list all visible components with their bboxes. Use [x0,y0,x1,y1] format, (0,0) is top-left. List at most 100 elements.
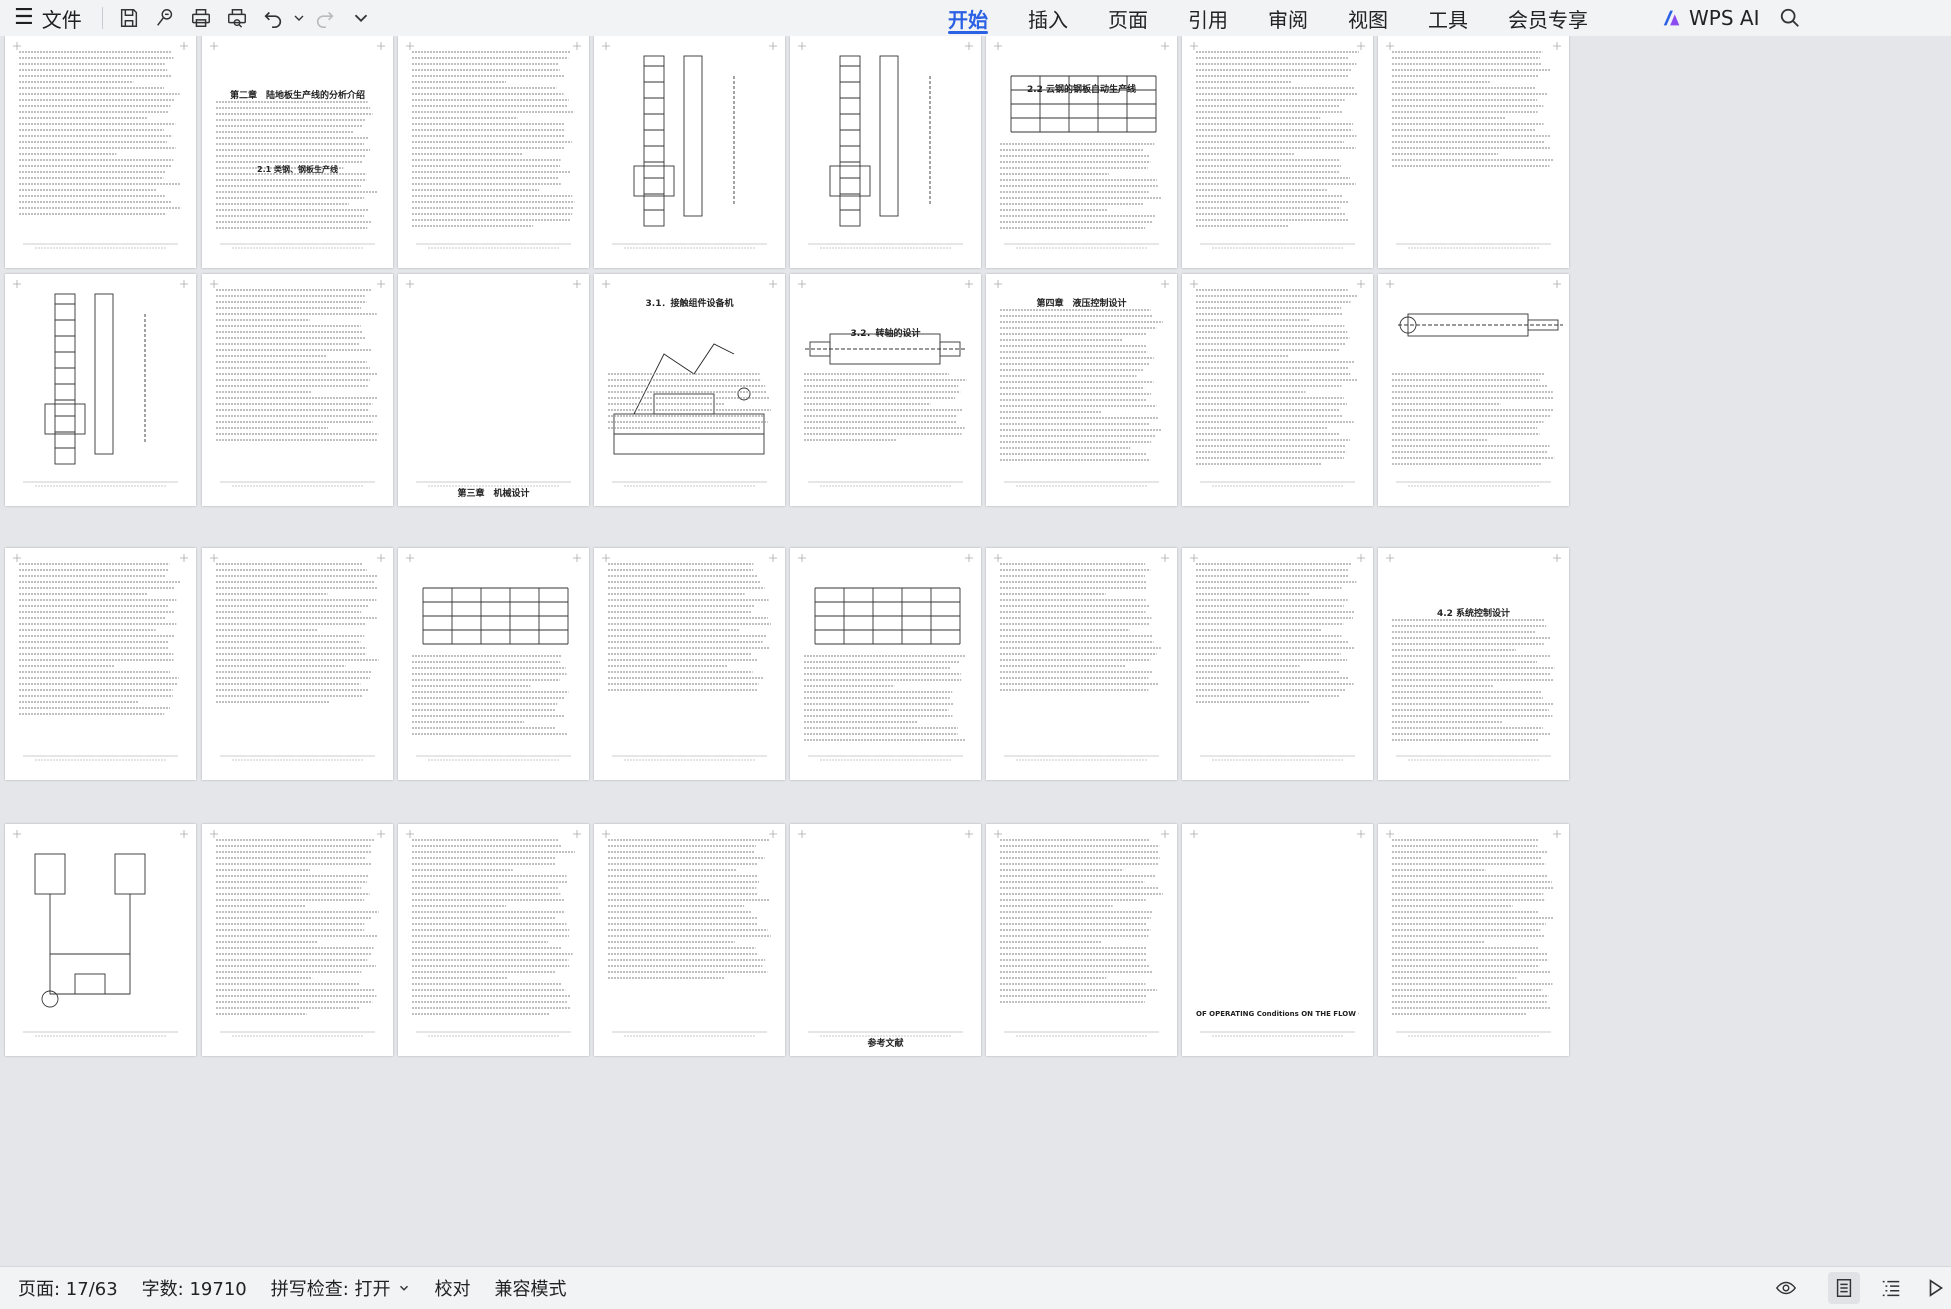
page-thumbnail[interactable] [398,548,589,780]
save-icon[interactable] [111,0,147,36]
print-icon[interactable] [183,0,219,36]
page-thumbnail[interactable] [202,548,393,780]
page-thumbnail[interactable] [5,548,196,780]
page-content [1190,280,1365,487]
web-view-icon[interactable] [1920,1272,1951,1304]
tab-1[interactable]: 开始 [928,0,1008,36]
ribbon-tabs: 开始 插入 页面 引用 审阅 视图 工具 会员专享 [928,0,1608,36]
page-thumbnail[interactable] [398,824,589,1056]
chevron-down-icon [399,1285,408,1291]
page-heading: 第四章 液压控制设计 [1036,299,1127,309]
page-thumbnail[interactable] [986,824,1177,1056]
spell-check-label: 拼写检查: 打开 [270,1279,391,1300]
outline-view-icon[interactable] [1875,1272,1907,1304]
page-content [602,42,777,249]
page-content [1190,830,1365,1037]
page-content [798,42,973,249]
file-menu-button[interactable]: ☰ 文件 [0,0,94,36]
page-thumbnail[interactable]: 2.2 云钢的钢板自动生产线 [986,36,1177,268]
page-content [1190,554,1365,761]
search-icon[interactable] [1772,0,1808,36]
spell-check-toggle[interactable]: 拼写检查: 打开 [259,1275,423,1301]
page-content [798,554,973,761]
page-content [406,280,581,487]
page-thumbnail[interactable]: 第三章 机械设计 [398,274,589,506]
page-indicator[interactable]: 页面: 17/63 [0,1275,130,1301]
page-content [13,554,188,761]
page-thumbnail[interactable]: 参考文献 [790,824,981,1056]
page-thumbnail[interactable] [1378,36,1569,268]
page-thumbnail[interactable] [5,824,196,1056]
page-content [1386,280,1563,487]
page-thumbnail[interactable] [1182,274,1373,506]
word-count[interactable]: 字数: 19710 [130,1275,259,1301]
page-thumbnail[interactable] [1182,548,1373,780]
page-thumbnail[interactable] [398,36,589,268]
page-content [1190,42,1365,249]
page-thumbnail[interactable] [202,824,393,1056]
page-content [798,830,973,1037]
page-thumbnail[interactable] [202,274,393,506]
page-heading: 4.2 系统控制设计 [1436,609,1511,619]
page-thumbnail[interactable] [594,548,785,780]
page-heading: OF OPERATING Conditions ON THE FLOW CHAR… [1196,1010,1359,1018]
print-preview-icon[interactable] [219,0,255,36]
page-content [602,830,777,1037]
wps-writer-window: { "app": {"name": "WPS Writer"}, "toolba… [0,0,1951,1309]
page-content [406,42,581,249]
page-thumbnail[interactable] [594,36,785,268]
page-thumbnail[interactable]: 第四章 液压控制设计 [986,274,1177,506]
page-thumbnail[interactable] [1182,36,1373,268]
page-thumbnail[interactable] [790,36,981,268]
page-content [406,830,581,1037]
page-content [210,830,385,1037]
page-content [1386,42,1561,249]
tab-6[interactable]: 视图 [1328,0,1408,36]
document-canvas[interactable]: 第二章 陆地板生产线的分析介绍 2.1 类钢、钢板生产线 2.2 云钢的钢板自动生产… [0,36,1951,1266]
page-content [1386,554,1561,761]
tab-4[interactable]: 引用 [1168,0,1248,36]
tab-7[interactable]: 工具 [1408,0,1488,36]
more-dropdown-icon[interactable] [343,0,379,36]
page-content [798,280,973,487]
quick-access-toolbar: ☰ 文件 开始 插入 页面 引用 审阅 视图 工具 会员专享 WPS AI [0,0,1951,36]
file-menu-label: 文件 [41,7,82,32]
reading-mode-icon[interactable] [1770,1272,1802,1304]
undo-dropdown-icon[interactable] [291,0,307,36]
toolbar-divider [101,7,103,29]
page-content [994,42,1169,249]
page-thumbnail[interactable]: 3.2．转轴的设计 [790,274,981,506]
page-content [1386,830,1561,1037]
tab-3[interactable]: 页面 [1088,0,1168,36]
page-view-icon[interactable] [1828,1272,1860,1304]
page-content [13,280,188,487]
page-content [13,42,188,249]
page-heading: 3.1．接触组件设备机 [645,299,734,309]
page-thumbnail[interactable] [5,274,196,506]
page-thumbnail[interactable]: 第二章 陆地板生产线的分析介绍 2.1 类钢、钢板生产线 [202,36,393,268]
wps-ai-icon [1663,10,1680,26]
page-thumbnail[interactable] [1378,274,1569,506]
page-heading: 第二章 陆地板生产线的分析介绍 [229,91,365,101]
tab-8[interactable]: 会员专享 [1488,0,1608,36]
page-thumbnail[interactable]: OF OPERATING Conditions ON THE FLOW CHAR… [1182,824,1373,1056]
page-heading: 第三章 机械设计 [457,489,530,499]
undo-icon[interactable] [255,0,291,36]
tab-2[interactable]: 插入 [1008,0,1088,36]
page-thumbnail[interactable]: 4.2 系统控制设计 [1378,548,1569,780]
page-thumbnail[interactable] [594,824,785,1056]
page-thumbnail[interactable] [986,548,1177,780]
page-thumbnail[interactable]: 3.1．接触组件设备机 [594,274,785,506]
wps-ai-button[interactable]: WPS AI [1661,0,1759,36]
page-content [210,42,385,249]
page-thumbnail[interactable] [790,548,981,780]
page-thumbnail[interactable] [5,36,196,268]
redo-icon[interactable] [307,0,343,36]
proofread-button[interactable]: 校对 [423,1275,483,1301]
page-thumbnail[interactable] [1378,824,1569,1056]
wps-ai-label: WPS AI [1689,6,1760,30]
page-heading: 2.1 类钢、钢板生产线 [257,165,338,174]
page-content [210,554,385,761]
tab-5[interactable]: 审阅 [1248,0,1328,36]
format-painter-icon[interactable] [147,0,183,36]
